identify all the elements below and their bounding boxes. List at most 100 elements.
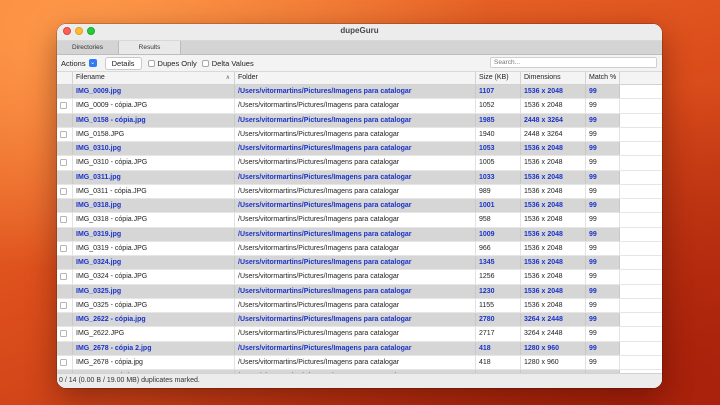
filename-cell: IMG_0311 - cópia.JPG [73, 184, 235, 198]
row-checkbox-cell [57, 85, 73, 99]
dupes-only-checkbox[interactable] [147, 59, 155, 67]
header-match[interactable]: Match % [586, 72, 620, 84]
search-input[interactable] [490, 57, 657, 68]
table-row[interactable]: IMG_0318 - cópia.JPG/Users/vitormartins/… [57, 213, 662, 228]
row-checkbox-cell [57, 284, 73, 298]
dupes-only-label: Dupes Only [157, 58, 197, 68]
delta-values-toggle[interactable]: Delta Values [201, 58, 254, 68]
size-cell: 1345 [476, 256, 521, 270]
size-cell: 1155 [476, 298, 521, 312]
size-cell: 966 [476, 241, 521, 255]
folder-cell: /Users/vitormartins/Pictures/Imagens par… [235, 127, 476, 141]
table-row[interactable]: IMG_2678 - cópia.jpg/Users/vitormartins/… [57, 355, 662, 370]
table-row[interactable]: IMG_0311.jpg/Users/vitormartins/Pictures… [57, 170, 662, 185]
header-filename[interactable]: Filename ∧ [73, 72, 235, 84]
row-checkbox-cell [57, 227, 73, 241]
size-cell: 1053 [476, 142, 521, 156]
folder-cell: /Users/vitormartins/Pictures/Imagens par… [235, 184, 476, 198]
mark-checkbox[interactable] [60, 273, 67, 281]
mark-checkbox[interactable] [60, 358, 67, 366]
table-row[interactable]: IMG_2678 - cópia 2.jpg/Users/vitormartin… [57, 341, 662, 356]
table-row[interactable]: IMG_2622 - cópia.jpg/Users/vitormartins/… [57, 313, 662, 328]
size-cell: 1009 [476, 227, 521, 241]
row-checkbox-cell [57, 241, 73, 255]
app-window: dupeGuru Directories Results Actions ⌄ D… [57, 24, 662, 388]
mark-checkbox[interactable] [60, 301, 67, 309]
size-cell: 989 [476, 184, 521, 198]
folder-cell: /Users/vitormartins/Pictures/Imagens par… [235, 241, 476, 255]
filename-cell: IMG_0311.jpg [73, 170, 235, 184]
row-checkbox-cell [57, 184, 73, 198]
table-row[interactable]: IMG_0311 - cópia.JPG/Users/vitormartins/… [57, 184, 662, 199]
folder-cell: /Users/vitormartins/Pictures/Imagens par… [235, 313, 476, 327]
size-cell: 418 [476, 341, 521, 355]
dimensions-cell: 3264 x 2448 [521, 327, 586, 341]
row-checkbox-cell [57, 256, 73, 270]
filename-cell: IMG_2622 - cópia.jpg [73, 313, 235, 327]
table-row[interactable]: IMG_0325.jpg/Users/vitormartins/Pictures… [57, 284, 662, 299]
mark-checkbox[interactable] [60, 159, 67, 167]
table-row[interactable]: IMG_2622.JPG/Users/vitormartins/Pictures… [57, 327, 662, 342]
mark-checkbox[interactable] [60, 187, 67, 195]
size-cell: 1052 [476, 99, 521, 113]
table-row[interactable]: IMG_0324.jpg/Users/vitormartins/Pictures… [57, 256, 662, 271]
folder-cell: /Users/vitormartins/Pictures/Imagens par… [235, 284, 476, 298]
folder-cell: /Users/vitormartins/Pictures/Imagens par… [235, 298, 476, 312]
delta-values-checkbox[interactable] [201, 59, 209, 67]
mark-checkbox[interactable] [60, 330, 67, 338]
table-row[interactable]: IMG_0158 - cópia.jpg/Users/vitormartins/… [57, 113, 662, 128]
dupes-only-toggle[interactable]: Dupes Only [147, 58, 197, 68]
folder-cell: /Users/vitormartins/Pictures/Imagens par… [235, 199, 476, 213]
header-size[interactable]: Size (KB) [476, 72, 521, 84]
details-button[interactable]: Details [104, 56, 142, 70]
match-cell: 99 [586, 142, 620, 156]
table-row[interactable]: IMG_0009.jpg/Users/vitormartins/Pictures… [57, 85, 662, 100]
table-row[interactable]: IMG_0318.jpg/Users/vitormartins/Pictures… [57, 199, 662, 214]
header-dimensions[interactable]: Dimensions [521, 72, 586, 84]
mark-checkbox[interactable] [60, 216, 67, 224]
dimensions-cell: 1536 x 2048 [521, 184, 586, 198]
dimensions-cell: 1536 x 2048 [521, 241, 586, 255]
table-row[interactable]: IMG_0009 - cópia.JPG/Users/vitormartins/… [57, 99, 662, 114]
filename-cell: IMG_0325 - cópia.JPG [73, 298, 235, 312]
match-cell: 99 [586, 127, 620, 141]
table-row[interactable]: IMG_0310.jpg/Users/vitormartins/Pictures… [57, 142, 662, 157]
filename-cell: IMG_0009 - cópia.JPG [73, 99, 235, 113]
table-row[interactable]: IMG_0310 - cópia.JPG/Users/vitormartins/… [57, 156, 662, 171]
mark-checkbox[interactable] [60, 130, 67, 138]
table-row[interactable]: IMG_0325 - cópia.JPG/Users/vitormartins/… [57, 298, 662, 313]
match-cell: 99 [586, 170, 620, 184]
table-row[interactable]: IMG_0319 - cópia.JPG/Users/vitormartins/… [57, 241, 662, 256]
match-cell: 99 [586, 113, 620, 127]
table-row[interactable]: IMG_0319.jpg/Users/vitormartins/Pictures… [57, 227, 662, 242]
delta-values-label: Delta Values [211, 58, 254, 68]
mark-checkbox[interactable] [60, 244, 67, 252]
dimensions-cell: 1536 x 2048 [521, 256, 586, 270]
table-row[interactable]: IMG_0158.JPG/Users/vitormartins/Pictures… [57, 127, 662, 142]
size-cell: 2780 [476, 313, 521, 327]
table-row[interactable]: IMG_0324 - cópia.JPG/Users/vitormartins/… [57, 270, 662, 285]
folder-cell: /Users/vitormartins/Pictures/Imagens par… [235, 270, 476, 284]
actions-menu[interactable]: Actions ⌄ [61, 59, 97, 68]
filler-cell [620, 284, 662, 298]
folder-cell: /Users/vitormartins/Pictures/Imagens par… [235, 327, 476, 341]
status-bar: 0 / 14 (0.00 B / 19.00 MB) duplicates ma… [57, 373, 662, 388]
table-header: Filename ∧ Folder Size (KB) Dimensions M… [57, 72, 662, 85]
folder-cell: /Users/vitormartins/Pictures/Imagens par… [235, 170, 476, 184]
tab-results[interactable]: Results [119, 41, 181, 54]
match-cell: 99 [586, 85, 620, 99]
dimensions-cell: 1536 x 2048 [521, 213, 586, 227]
match-cell: 99 [586, 355, 620, 369]
dimensions-cell: 1536 x 2048 [521, 270, 586, 284]
folder-cell: /Users/vitormartins/Pictures/Imagens par… [235, 227, 476, 241]
mark-checkbox[interactable] [60, 102, 67, 110]
filename-cell: IMG_0319 - cópia.JPG [73, 241, 235, 255]
toolbar: Actions ⌄ Details Dupes Only Delta Value… [57, 55, 662, 72]
dimensions-cell: 1536 x 2048 [521, 298, 586, 312]
tab-directories[interactable]: Directories [57, 41, 119, 54]
match-cell: 99 [586, 241, 620, 255]
header-folder[interactable]: Folder [235, 72, 476, 84]
filename-cell: IMG_2678 - cópia 2.jpg [73, 341, 235, 355]
dimensions-cell: 1536 x 2048 [521, 99, 586, 113]
match-cell: 99 [586, 341, 620, 355]
